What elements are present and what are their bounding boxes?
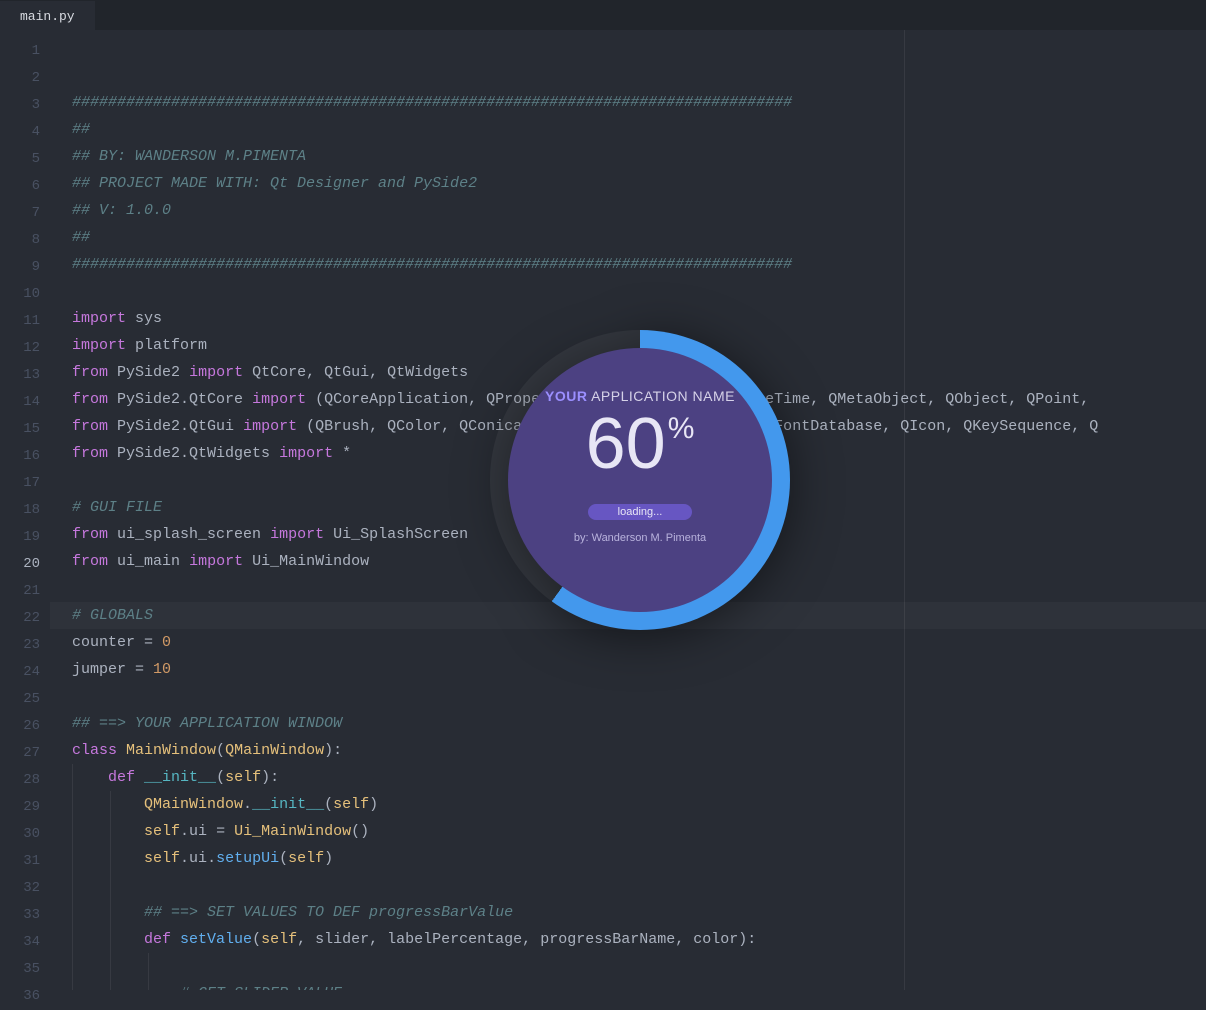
line-number: 12	[0, 335, 40, 362]
line-number: 35	[0, 956, 40, 983]
percent-value: 60	[586, 408, 666, 480]
progress-ring: YOUR APPLICATION NAME 60 % loading... by…	[490, 330, 790, 630]
app-title-bold: YOUR	[545, 388, 587, 404]
line-number: 18	[0, 497, 40, 524]
line-number: 33	[0, 902, 40, 929]
line-number: 22	[0, 605, 40, 632]
line-number: 30	[0, 821, 40, 848]
line-number: 7	[0, 200, 40, 227]
line-number: 15	[0, 416, 40, 443]
line-number: 17	[0, 470, 40, 497]
line-number: 14	[0, 389, 40, 416]
line-number: 31	[0, 848, 40, 875]
percent-display: 60 %	[586, 408, 695, 480]
file-tab[interactable]: main.py	[0, 1, 95, 30]
line-number: 20	[0, 551, 40, 578]
app-title-rest: APPLICATION NAME	[587, 388, 735, 404]
code-line[interactable]: self.ui.setupUi(self)	[72, 845, 1206, 872]
code-line[interactable]: ########################################…	[72, 251, 1206, 278]
line-number: 16	[0, 443, 40, 470]
line-number: 27	[0, 740, 40, 767]
code-line[interactable]: QMainWindow.__init__(self)	[72, 791, 1206, 818]
line-number: 3	[0, 92, 40, 119]
line-number-gutter: 1234567891011121314151617181920212223242…	[0, 30, 50, 990]
code-line[interactable]: ## ==> SET VALUES TO DEF progressBarValu…	[72, 899, 1206, 926]
line-number: 24	[0, 659, 40, 686]
line-number: 5	[0, 146, 40, 173]
app-title: YOUR APPLICATION NAME	[545, 388, 735, 404]
code-line[interactable]	[72, 683, 1206, 710]
code-line[interactable]	[72, 872, 1206, 899]
code-line[interactable]: ## V: 1.0.0	[72, 197, 1206, 224]
code-line[interactable]: ########################################…	[72, 89, 1206, 116]
code-line[interactable]: def __init__(self):	[72, 764, 1206, 791]
line-number: 9	[0, 254, 40, 281]
line-number: 6	[0, 173, 40, 200]
line-number: 28	[0, 767, 40, 794]
percent-symbol: %	[668, 414, 695, 444]
code-line[interactable]: def setValue(self, slider, labelPercenta…	[72, 926, 1206, 953]
line-number: 32	[0, 875, 40, 902]
line-number: 21	[0, 578, 40, 605]
loading-pill: loading...	[588, 504, 693, 520]
code-line[interactable]	[72, 278, 1206, 305]
line-number: 4	[0, 119, 40, 146]
line-number: 13	[0, 362, 40, 389]
code-line[interactable]: ## BY: WANDERSON M.PIMENTA	[72, 143, 1206, 170]
line-number: 25	[0, 686, 40, 713]
code-line[interactable]	[72, 953, 1206, 980]
code-line[interactable]: ##	[72, 116, 1206, 143]
line-number: 8	[0, 227, 40, 254]
code-line[interactable]: ## PROJECT MADE WITH: Qt Designer and Py…	[72, 170, 1206, 197]
line-number: 26	[0, 713, 40, 740]
code-line[interactable]: import sys	[72, 305, 1206, 332]
line-number: 19	[0, 524, 40, 551]
line-number: 11	[0, 308, 40, 335]
splash-screen: YOUR APPLICATION NAME 60 % loading... by…	[490, 330, 800, 640]
line-number: 23	[0, 632, 40, 659]
code-line[interactable]: self.ui = Ui_MainWindow()	[72, 818, 1206, 845]
line-number: 1	[0, 38, 40, 65]
code-line[interactable]: class MainWindow(QMainWindow):	[72, 737, 1206, 764]
line-number: 36	[0, 983, 40, 1010]
progress-ring-inner: YOUR APPLICATION NAME 60 % loading... by…	[508, 348, 772, 612]
tab-bar: main.py	[0, 0, 1206, 30]
line-number: 10	[0, 281, 40, 308]
code-line[interactable]: jumper = 10	[72, 656, 1206, 683]
line-number: 2	[0, 65, 40, 92]
code-line[interactable]: ## ==> YOUR APPLICATION WINDOW	[72, 710, 1206, 737]
code-line[interactable]: ##	[72, 224, 1206, 251]
line-number: 34	[0, 929, 40, 956]
line-number: 29	[0, 794, 40, 821]
byline: by: Wanderson M. Pimenta	[574, 532, 706, 544]
code-line[interactable]: # GET SLIDER VALUE	[72, 980, 1206, 990]
